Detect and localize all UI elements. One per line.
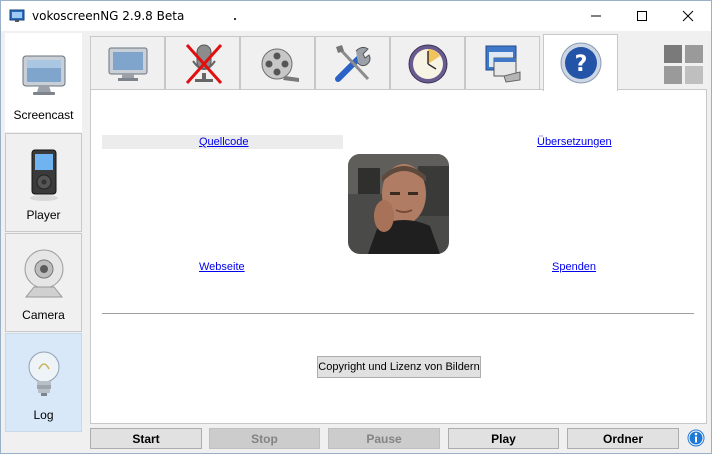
media-player-icon (29, 149, 58, 201)
sidebar-item-camera[interactable]: Camera (5, 233, 82, 332)
tab-system-tray[interactable] (465, 36, 540, 90)
close-button[interactable] (665, 1, 711, 31)
maximize-icon (637, 11, 647, 21)
maximize-button[interactable] (619, 1, 665, 31)
title-dot (234, 18, 236, 20)
window-stack-icon (485, 45, 520, 83)
translations-link[interactable]: Übersetzungen (537, 136, 612, 148)
monitor-icon (108, 47, 147, 81)
sidebar-item-label: Player (26, 208, 61, 222)
microphone-muted-icon (185, 43, 222, 84)
sidebar-item-player[interactable]: Player (5, 133, 82, 232)
stop-button[interactable]: Stop (209, 428, 320, 449)
sidebar-item-screencast[interactable]: Screencast (5, 33, 82, 132)
copyright-license-button[interactable]: Copyright und Lizenz von Bildern (317, 356, 481, 378)
film-reel-icon (261, 48, 299, 82)
timer-icon (408, 44, 447, 83)
tools-icon (334, 44, 370, 82)
minimize-button[interactable] (573, 1, 619, 31)
tab-audio[interactable] (165, 36, 240, 90)
sidebar-item-log[interactable]: Log (5, 333, 82, 432)
sidebar-item-label: Screencast (13, 108, 74, 122)
pause-button[interactable]: Pause (328, 428, 440, 449)
source-code-link[interactable]: Quellcode (199, 136, 249, 148)
tab-screencast-settings[interactable] (90, 36, 165, 90)
title-bar: vokoscreenNG 2.9.8 Beta (1, 1, 711, 31)
app-window: vokoscreenNG 2.9.8 Beta Screencast Playe… (0, 0, 712, 454)
website-link[interactable]: Webseite (199, 261, 245, 273)
author-photo (348, 154, 449, 254)
svg-text:?: ? (574, 52, 587, 77)
minimize-icon (591, 15, 601, 17)
tab-bar: ? (90, 34, 710, 91)
lightbulb-icon (28, 351, 59, 396)
divider (102, 313, 694, 314)
sidebar-item-label: Log (33, 408, 54, 422)
info-icon[interactable] (687, 429, 705, 447)
tab-timer[interactable] (390, 36, 465, 90)
tab-about[interactable]: ? (543, 34, 618, 91)
donate-link[interactable]: Spenden (552, 261, 596, 273)
help-icon: ? (560, 42, 601, 84)
tab-misc[interactable] (315, 36, 390, 90)
window-title: vokoscreenNG 2.9.8 Beta (32, 9, 185, 23)
app-icon (9, 9, 25, 22)
sidebar-item-label: Camera (22, 308, 65, 322)
sidebar: Screencast Player Camera Log (5, 33, 82, 432)
start-button[interactable]: Start (90, 428, 202, 449)
close-icon (682, 10, 694, 22)
tab-video[interactable] (240, 36, 315, 90)
play-button[interactable]: Play (448, 428, 559, 449)
about-panel: Quellcode Übersetzungen Webseite Spenden… (90, 89, 707, 424)
layout-grid-icon[interactable] (664, 45, 704, 85)
folder-button[interactable]: Ordner (567, 428, 679, 449)
monitor-icon (22, 55, 65, 95)
webcam-icon (24, 249, 63, 298)
